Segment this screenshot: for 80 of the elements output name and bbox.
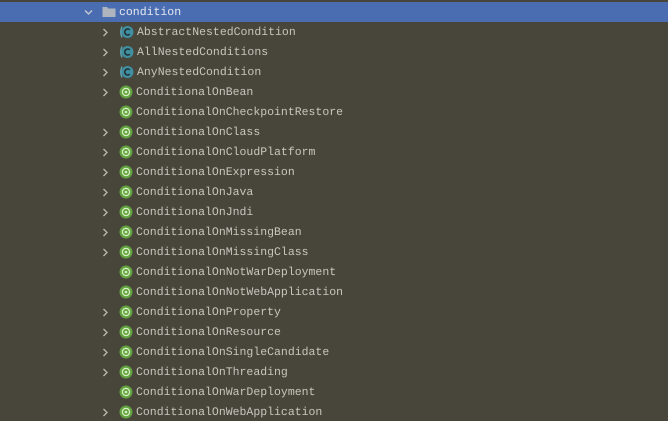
chevron-icon[interactable] xyxy=(101,128,110,136)
chevron-icon[interactable] xyxy=(101,408,110,416)
tree-item-label: condition xyxy=(119,6,182,18)
chevron-icon[interactable] xyxy=(101,48,110,56)
chevron-icon[interactable] xyxy=(101,208,110,216)
annotation-icon xyxy=(119,225,133,239)
tree-row[interactable]: ConditionalOnCloudPlatform xyxy=(0,142,668,162)
tree-item-label: AbstractNestedCondition xyxy=(137,26,296,38)
tree-item-label: ConditionalOnJndi xyxy=(136,206,254,218)
annotation-icon xyxy=(119,265,133,279)
annotation-icon xyxy=(119,385,133,399)
annotation-icon xyxy=(119,165,133,179)
tree-item-label: ConditionalOnMissingClass xyxy=(136,246,309,258)
tree-item-label: ConditionalOnNotWarDeployment xyxy=(136,266,336,278)
tree-row[interactable]: ConditionalOnBean xyxy=(0,82,668,102)
tree-item-label: ConditionalOnProperty xyxy=(136,306,281,318)
tree-row[interactable]: ConditionalOnProperty xyxy=(0,302,668,322)
tree-item-label: ConditionalOnJava xyxy=(136,186,254,198)
class-icon xyxy=(119,65,134,79)
chevron-icon[interactable] xyxy=(101,168,110,176)
tree-item-label: ConditionalOnResource xyxy=(136,326,281,338)
annotation-icon xyxy=(119,285,133,299)
tree-row[interactable]: ConditionalOnExpression xyxy=(0,162,668,182)
tree-row[interactable]: condition xyxy=(0,2,668,22)
tree-row[interactable]: ConditionalOnWarDeployment xyxy=(0,382,668,402)
annotation-icon xyxy=(119,205,133,219)
chevron-icon[interactable] xyxy=(101,248,110,256)
tree-row[interactable]: ConditionalOnNotWarDeployment xyxy=(0,262,668,282)
annotation-icon xyxy=(119,105,133,119)
tree-row[interactable]: ConditionalOnCheckpointRestore xyxy=(0,102,668,122)
annotation-icon xyxy=(119,245,133,259)
annotation-icon xyxy=(119,125,133,139)
chevron-icon[interactable] xyxy=(101,368,110,376)
tree-row[interactable]: ConditionalOnJava xyxy=(0,182,668,202)
annotation-icon xyxy=(119,185,133,199)
tree-row[interactable]: ConditionalOnThreading xyxy=(0,362,668,382)
class-icon xyxy=(119,25,134,39)
tree-row[interactable]: ConditionalOnMissingBean xyxy=(0,222,668,242)
tree-item-label: ConditionalOnClass xyxy=(136,126,260,138)
annotation-icon xyxy=(119,325,133,339)
annotation-icon xyxy=(119,405,133,419)
annotation-icon xyxy=(119,145,133,159)
chevron-icon[interactable] xyxy=(101,348,110,356)
tree-item-label: ConditionalOnMissingBean xyxy=(136,226,302,238)
chevron-icon[interactable] xyxy=(101,188,110,196)
annotation-icon xyxy=(119,345,133,359)
chevron-icon[interactable] xyxy=(101,328,110,336)
tree-row[interactable]: AbstractNestedCondition xyxy=(0,22,668,42)
tree-row[interactable]: AnyNestedCondition xyxy=(0,62,668,82)
chevron-icon[interactable] xyxy=(101,68,110,76)
chevron-icon[interactable] xyxy=(101,148,110,156)
tree-row[interactable]: ConditionalOnJndi xyxy=(0,202,668,222)
class-icon xyxy=(119,45,134,59)
tree-item-label: ConditionalOnThreading xyxy=(136,366,288,378)
annotation-icon xyxy=(119,365,133,379)
tree-item-label: ConditionalOnCloudPlatform xyxy=(136,146,316,158)
tree-item-label: AllNestedConditions xyxy=(137,46,268,58)
chevron-icon[interactable] xyxy=(84,8,93,16)
tree-item-label: ConditionalOnBean xyxy=(136,86,254,98)
chevron-icon[interactable] xyxy=(101,308,110,316)
folder-icon xyxy=(102,6,116,18)
chevron-icon[interactable] xyxy=(101,28,110,36)
tree-row[interactable]: AllNestedConditions xyxy=(0,42,668,62)
tree-item-label: AnyNestedCondition xyxy=(137,66,262,78)
tree-item-label: ConditionalOnNotWebApplication xyxy=(136,286,344,298)
tree-item-label: ConditionalOnExpression xyxy=(136,166,295,178)
tree-item-label: ConditionalOnWebApplication xyxy=(136,406,322,418)
tree-row[interactable]: ConditionalOnMissingClass xyxy=(0,242,668,262)
annotation-icon xyxy=(119,85,133,99)
annotation-icon xyxy=(119,305,133,319)
chevron-icon[interactable] xyxy=(101,88,110,96)
tree-item-label: ConditionalOnSingleCandidate xyxy=(136,346,330,358)
tree-row[interactable]: ConditionalOnSingleCandidate xyxy=(0,342,668,362)
tree-row[interactable]: ConditionalOnResource xyxy=(0,322,668,342)
chevron-icon[interactable] xyxy=(101,228,110,236)
tree-row[interactable]: ConditionalOnWebApplication xyxy=(0,402,668,421)
tree-item-label: ConditionalOnCheckpointRestore xyxy=(136,106,344,118)
tree-item-label: ConditionalOnWarDeployment xyxy=(136,386,316,398)
tree-row[interactable]: ConditionalOnClass xyxy=(0,122,668,142)
tree-row[interactable]: ConditionalOnNotWebApplication xyxy=(0,282,668,302)
